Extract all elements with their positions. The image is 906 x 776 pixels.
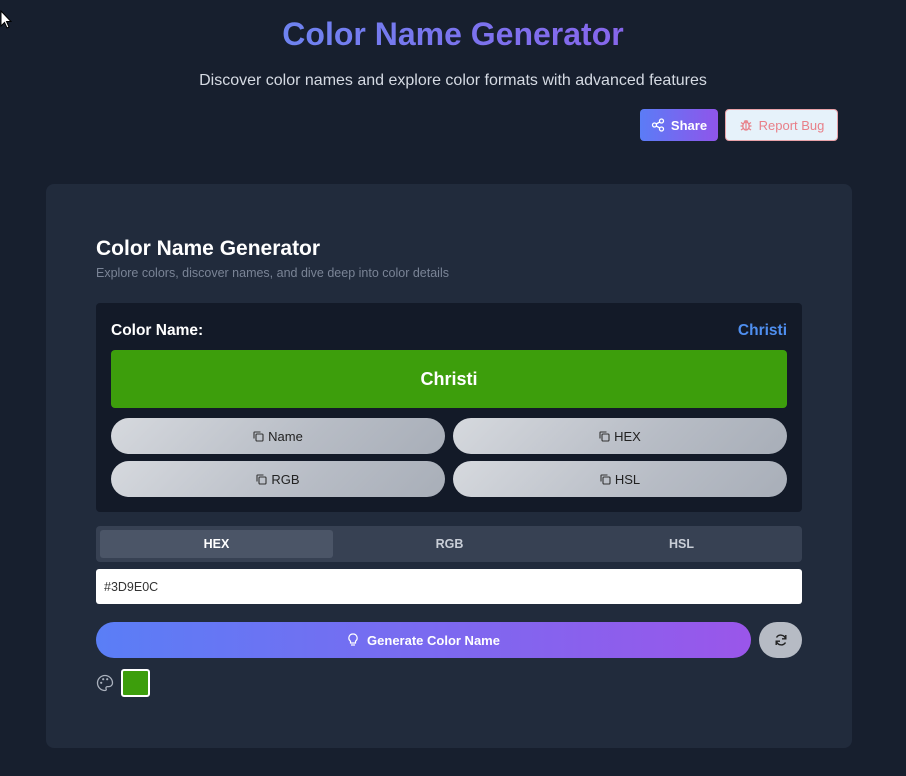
palette-icon <box>96 674 114 692</box>
copy-icon <box>253 430 264 442</box>
report-bug-button[interactable]: Report Bug <box>725 109 838 141</box>
card-title: Color Name Generator <box>96 237 321 260</box>
copy-icon <box>600 473 611 485</box>
tab-hsl[interactable]: HSL <box>565 530 798 558</box>
page-title: Color Name Generator <box>0 16 906 53</box>
card-subtitle: Explore colors, discover names, and dive… <box>96 266 449 280</box>
copy-rgb-label: RGB <box>271 471 300 487</box>
refresh-button[interactable] <box>759 622 802 658</box>
copy-hsl-button[interactable]: HSL <box>453 461 787 497</box>
generator-card: Color Name Generator Explore colors, dis… <box>46 184 852 748</box>
copy-icon <box>599 430 610 442</box>
copy-name-button[interactable]: Name <box>111 418 445 454</box>
report-bug-label: Report Bug <box>758 117 825 133</box>
tab-hex[interactable]: HEX <box>100 530 333 558</box>
tab-rgb[interactable]: RGB <box>333 530 566 558</box>
copy-hex-label: HEX <box>614 428 641 444</box>
copy-hsl-label: HSL <box>614 471 641 487</box>
format-tabs: HEX RGB HSL <box>96 526 802 562</box>
result-panel: Color Name: Christi Christi Name HEX RGB… <box>96 303 802 512</box>
copy-icon <box>256 473 267 485</box>
bug-icon <box>740 120 752 131</box>
generate-label: Generate Color Name <box>367 632 500 648</box>
share-icon <box>651 118 665 132</box>
refresh-icon <box>775 634 786 646</box>
color-name-label: Color Name: <box>111 322 204 339</box>
copy-hex-button[interactable]: HEX <box>453 418 787 454</box>
hex-color-input[interactable] <box>96 569 802 604</box>
lightbulb-icon <box>348 633 358 646</box>
generate-color-name-button[interactable]: Generate Color Name <box>96 622 751 658</box>
share-button[interactable]: Share <box>640 109 718 141</box>
color-preview-swatch: Christi <box>111 350 787 408</box>
share-label: Share <box>670 117 708 133</box>
copy-name-label: Name <box>268 428 303 444</box>
color-name-value: Christi <box>737 322 787 339</box>
page-subtitle: Discover color names and explore color f… <box>199 72 707 89</box>
copy-rgb-button[interactable]: RGB <box>111 461 445 497</box>
color-picker-swatch[interactable] <box>121 669 150 697</box>
